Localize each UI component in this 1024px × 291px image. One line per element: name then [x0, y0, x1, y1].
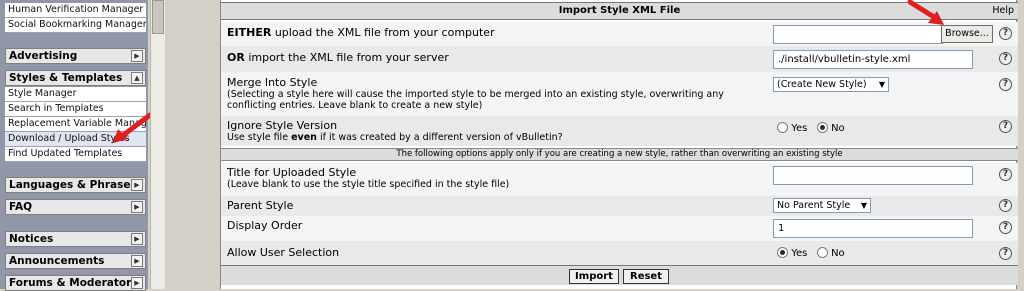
admin-nav-sidebar: Human Verification Manager Social Bookma… [0, 0, 153, 291]
nav-scrollbar[interactable] [150, 0, 165, 289]
import-style-form: Import Style XML File Help EITHER upload… [220, 0, 1018, 289]
dropdown-arrow-icon: ▼ [878, 80, 885, 89]
allow-selection-row: Allow User Selection Yes No ? [221, 241, 1018, 265]
merge-label-block: Merge Into Style (Selecting a style here… [227, 76, 757, 111]
ignore-description: Use style file even if it was created by… [227, 132, 563, 143]
nav-group-label: FAQ [9, 201, 33, 213]
nav-group-notices[interactable]: Notices ▶ [5, 231, 146, 247]
help-icon[interactable]: ? [999, 52, 1012, 65]
ignore-no-label: No [831, 123, 845, 134]
help-icon[interactable]: ? [999, 199, 1012, 212]
upload-label-bold: EITHER [227, 26, 272, 39]
new-style-note: The following options apply only if you … [221, 148, 1018, 161]
server-label-text: import the XML file from your server [248, 51, 449, 64]
form-title: Import Style XML File [558, 5, 681, 16]
ignore-desc-bold: even [291, 132, 317, 143]
nav-group-label: Notices [9, 233, 54, 245]
nav-group-label: Forums & Moderators [9, 277, 138, 289]
help-icon[interactable]: ? [999, 168, 1012, 181]
display-order-input[interactable]: 1 [773, 219, 973, 238]
upload-label: EITHER upload the XML file from your com… [227, 26, 495, 39]
merge-style-select[interactable]: (Create New Style) ▼ [773, 77, 889, 92]
ignore-desc-post: if it was created by a different version… [319, 132, 563, 143]
parent-style-row: Parent Style No Parent Style ▼ ? [221, 196, 1018, 216]
ignore-no-radio[interactable] [816, 122, 828, 133]
nav-group-styles[interactable]: Styles & Templates ▲ [5, 70, 146, 86]
nav-link-find-updated-templates[interactable]: Find Updated Templates [5, 147, 146, 162]
order-label: Display Order [227, 219, 303, 232]
expand-icon[interactable]: ▶ [131, 233, 143, 245]
expand-icon[interactable]: ▶ [131, 201, 143, 213]
parent-label: Parent Style [227, 199, 294, 212]
help-icon[interactable]: ? [999, 221, 1012, 234]
allow-yes-radio[interactable] [777, 247, 788, 258]
import-button[interactable]: Import [569, 269, 619, 284]
reset-button[interactable]: Reset [623, 269, 669, 284]
help-icon[interactable]: ? [999, 78, 1012, 91]
allow-label: Allow User Selection [227, 246, 340, 259]
ignore-label-block: Ignore Style Version Use style file even… [227, 119, 563, 143]
title-description: (Leave blank to use the style title spec… [227, 179, 510, 190]
allow-no-radio[interactable] [816, 247, 828, 258]
parent-style-select[interactable]: No Parent Style ▼ [773, 198, 871, 213]
expand-icon[interactable]: ▶ [131, 179, 143, 191]
ignore-yes-label: Yes [791, 123, 808, 134]
ignore-label: Ignore Style Version [227, 119, 338, 132]
server-path-input[interactable]: ./install/vbulletin-style.xml [773, 50, 973, 69]
allow-no-label: No [831, 248, 845, 259]
title-label-block: Title for Uploaded Style (Leave blank to… [227, 166, 509, 190]
server-label: OR import the XML file from your server [227, 51, 449, 64]
merge-style-row: Merge Into Style (Selecting a style here… [221, 72, 1018, 116]
nav-group-label: Announcements [9, 255, 105, 267]
dropdown-arrow-icon: ▼ [860, 201, 867, 210]
nav-group-advertising[interactable]: Advertising ▶ [5, 48, 146, 64]
form-footer: Import Reset [221, 265, 1018, 285]
merge-description: (Selecting a style here will cause the i… [227, 89, 724, 111]
ignore-desc-pre: Use style file [227, 132, 289, 143]
expand-icon[interactable]: ▶ [131, 277, 143, 289]
ignore-version-row: Ignore Style Version Use style file even… [221, 116, 1018, 146]
ignore-version-radios: Yes No [777, 122, 845, 136]
help-icon[interactable]: ? [999, 247, 1012, 260]
upload-row: EITHER upload the XML file from your com… [221, 22, 1018, 46]
help-icon[interactable]: ? [999, 120, 1012, 133]
style-title-input[interactable] [773, 166, 973, 185]
annotation-arrow-icon [113, 112, 153, 143]
nav-group-label: Styles & Templates [9, 72, 123, 84]
annotation-arrow-icon [907, 0, 944, 25]
merge-style-selected: (Create New Style) [777, 79, 867, 90]
allow-yes-label: Yes [791, 248, 808, 259]
expand-icon[interactable]: ▶ [131, 255, 143, 267]
parent-style-selected: No Parent Style [777, 200, 851, 211]
merge-label: Merge Into Style [227, 76, 318, 89]
title-label: Title for Uploaded Style [227, 166, 357, 179]
scrollbar-thumb[interactable] [152, 0, 164, 34]
nav-group-faq[interactable]: FAQ ▶ [5, 199, 146, 215]
upload-label-text: upload the XML file from your computer [274, 26, 495, 39]
help-link[interactable]: Help [992, 3, 1014, 19]
collapse-icon[interactable]: ▲ [131, 72, 143, 84]
nav-link-style-manager[interactable]: Style Manager [5, 87, 146, 102]
nav-top-links: Human Verification Manager Social Bookma… [5, 3, 146, 33]
display-order-row: Display Order 1 ? [221, 216, 1018, 241]
server-file-row: OR import the XML file from your server … [221, 46, 1018, 72]
form-header: Import Style XML File Help [221, 2, 1018, 20]
browse-button[interactable]: Browse... [941, 25, 993, 43]
nav-group-label: Advertising [9, 50, 78, 62]
allow-selection-radios: Yes No [777, 247, 845, 261]
ignore-yes-radio[interactable] [777, 122, 788, 133]
help-icon[interactable]: ? [999, 27, 1012, 40]
style-title-row: Title for Uploaded Style (Leave blank to… [221, 163, 1018, 196]
expand-icon[interactable]: ▶ [131, 50, 143, 62]
nav-link-social-bookmarking[interactable]: Social Bookmarking Manager [5, 18, 146, 33]
nav-group-label: Languages & Phrases [9, 179, 137, 191]
nav-group-languages[interactable]: Languages & Phrases ▶ [5, 177, 146, 193]
server-label-bold: OR [227, 51, 245, 64]
nav-group-announcements[interactable]: Announcements ▶ [5, 253, 146, 269]
nav-link-human-verification[interactable]: Human Verification Manager [5, 3, 146, 18]
